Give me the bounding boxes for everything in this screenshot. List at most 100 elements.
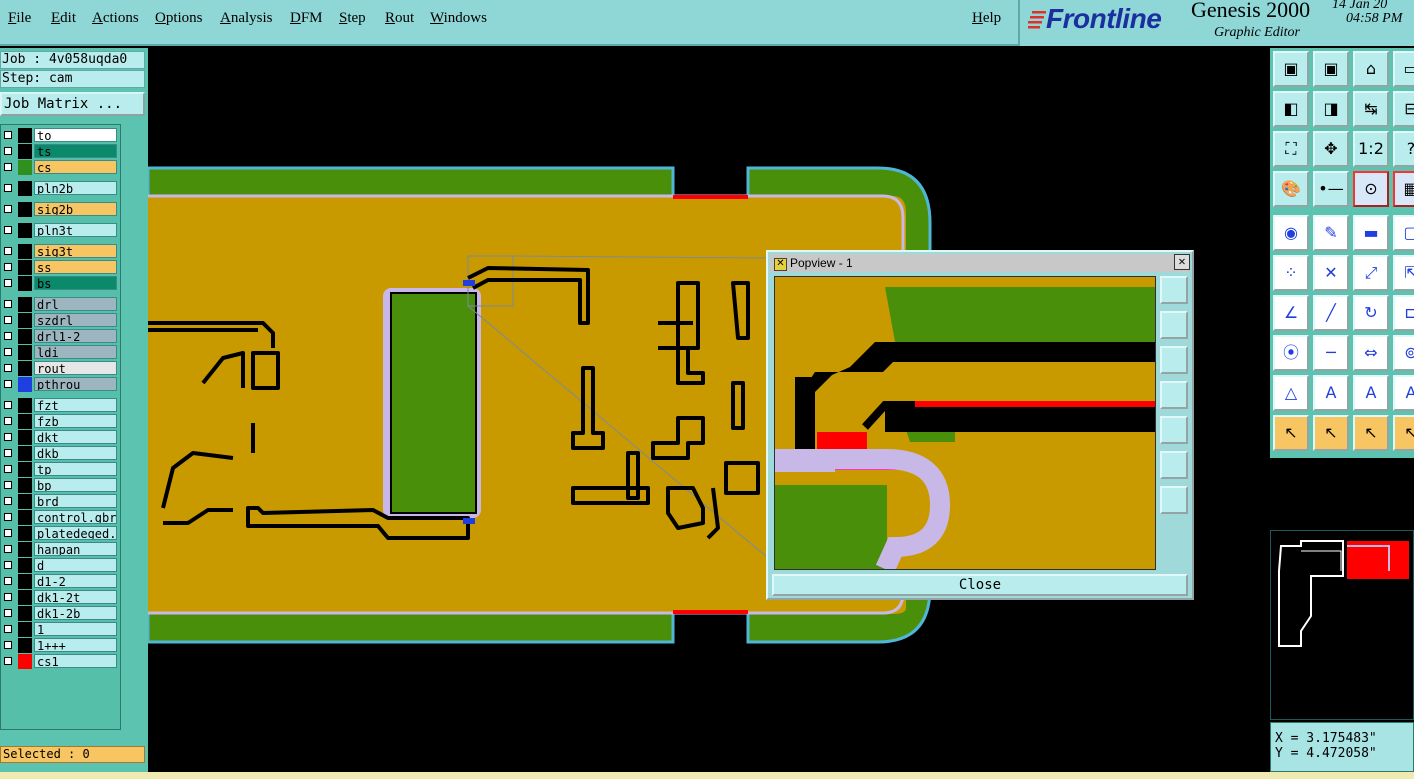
layout-button[interactable]: ▭ bbox=[1393, 51, 1414, 87]
layer-row[interactable]: drl bbox=[1, 297, 119, 312]
unknown-button[interactable]: ▢ bbox=[1393, 215, 1414, 251]
zoom-page-button[interactable]: ▣ bbox=[1313, 51, 1349, 87]
text-a-bold-button[interactable]: A bbox=[1353, 375, 1389, 411]
layer-color-swatch[interactable] bbox=[18, 144, 32, 159]
layer-name[interactable]: drl bbox=[34, 297, 117, 311]
layer-color-swatch[interactable] bbox=[18, 181, 32, 196]
minimap[interactable] bbox=[1270, 530, 1414, 720]
popview-close-button[interactable]: Close bbox=[772, 574, 1188, 596]
layer-color-swatch[interactable] bbox=[18, 446, 32, 461]
menu-step[interactable]: Step bbox=[339, 10, 366, 27]
probe-button[interactable]: •— bbox=[1313, 171, 1349, 207]
pan-right-button[interactable]: ◨ bbox=[1313, 91, 1349, 127]
layer-checkbox[interactable] bbox=[4, 226, 12, 234]
layer-row[interactable]: fzt bbox=[1, 398, 119, 413]
pointer-stair-button[interactable]: ↖ bbox=[1393, 415, 1414, 451]
menu-rout[interactable]: Rout bbox=[385, 10, 414, 27]
layer-name[interactable]: brd bbox=[34, 494, 117, 508]
layer-color-swatch[interactable] bbox=[18, 590, 32, 605]
layer-name[interactable]: hanpan bbox=[34, 542, 117, 556]
delete-node-button[interactable]: ✕ bbox=[1313, 255, 1349, 291]
layer-checkbox[interactable] bbox=[4, 147, 12, 155]
layer-color-swatch[interactable] bbox=[18, 542, 32, 557]
layer-color-swatch[interactable] bbox=[18, 638, 32, 653]
move-node-button[interactable]: ⇱ bbox=[1393, 255, 1414, 291]
layer-row[interactable]: szdrl bbox=[1, 313, 119, 328]
popview-pan-right-button[interactable] bbox=[1160, 416, 1188, 444]
layer-checkbox[interactable] bbox=[4, 380, 12, 388]
layer-row[interactable]: dkb bbox=[1, 446, 119, 461]
layer-checkbox[interactable] bbox=[4, 465, 12, 473]
layer-row[interactable]: tp bbox=[1, 462, 119, 477]
layer-color-swatch[interactable] bbox=[18, 202, 32, 217]
line-tool-button[interactable]: ∠ bbox=[1273, 295, 1309, 331]
pointer-orange-button[interactable]: ↖ bbox=[1313, 415, 1349, 451]
layer-color-swatch[interactable] bbox=[18, 128, 32, 143]
layer-color-swatch[interactable] bbox=[18, 361, 32, 376]
layer-name[interactable]: platedeged.g bbox=[34, 526, 117, 540]
layer-name[interactable]: fzt bbox=[34, 398, 117, 412]
layer-row[interactable]: ts bbox=[1, 144, 119, 159]
layer-color-swatch[interactable] bbox=[18, 160, 32, 175]
layer-checkbox[interactable] bbox=[4, 577, 12, 585]
layer-color-swatch[interactable] bbox=[18, 398, 32, 413]
measure-button[interactable]: ✎ bbox=[1313, 215, 1349, 251]
layer-row[interactable]: control.gbr bbox=[1, 510, 119, 525]
pointer-right-button[interactable]: ↖ bbox=[1353, 415, 1389, 451]
scale-1-2-button[interactable]: 1:2 bbox=[1353, 131, 1389, 167]
home-button[interactable]: ⌂ bbox=[1353, 51, 1389, 87]
popview-canvas[interactable] bbox=[774, 276, 1156, 574]
text-a-red-button[interactable]: A bbox=[1393, 375, 1414, 411]
layer-checkbox[interactable] bbox=[4, 163, 12, 171]
zoom-extent-button[interactable]: ⛶ bbox=[1273, 131, 1309, 167]
pan-left-button[interactable]: ◧ bbox=[1273, 91, 1309, 127]
layer-name[interactable]: dk1-2t bbox=[34, 590, 117, 604]
layer-row[interactable]: 1 bbox=[1, 622, 119, 637]
layer-name[interactable]: pln3t bbox=[34, 223, 117, 237]
layer-name[interactable]: ss bbox=[34, 260, 117, 274]
layer-checkbox[interactable] bbox=[4, 497, 12, 505]
add-node-button[interactable]: ⤢ bbox=[1353, 255, 1389, 291]
layer-checkbox[interactable] bbox=[4, 593, 12, 601]
layer-name[interactable]: pln2b bbox=[34, 181, 117, 195]
layer-checkbox[interactable] bbox=[4, 433, 12, 441]
layer-row[interactable]: dkt bbox=[1, 430, 119, 445]
layer-checkbox[interactable] bbox=[4, 332, 12, 340]
layer-name[interactable]: szdrl bbox=[34, 313, 117, 327]
layer-checkbox[interactable] bbox=[4, 625, 12, 633]
triangle-tool-button[interactable]: △ bbox=[1273, 375, 1309, 411]
layer-row[interactable]: pln2b bbox=[1, 181, 119, 196]
layer-color-swatch[interactable] bbox=[18, 622, 32, 637]
pointer-button[interactable]: ↖ bbox=[1273, 415, 1309, 451]
popview-titlebar[interactable]: ✕ Popview - 1 bbox=[770, 254, 1190, 272]
zoom-home-button[interactable]: ▣ bbox=[1273, 51, 1309, 87]
connect-nodes-button[interactable]: ⁘ bbox=[1273, 255, 1309, 291]
layer-name[interactable]: dkt bbox=[34, 430, 117, 444]
layer-color-swatch[interactable] bbox=[18, 494, 32, 509]
select-feature-button[interactable]: ◉ bbox=[1273, 215, 1309, 251]
layer-checkbox[interactable] bbox=[4, 401, 12, 409]
layer-row[interactable]: d bbox=[1, 558, 119, 573]
layer-row[interactable]: 1+++ bbox=[1, 638, 119, 653]
layer-checkbox[interactable] bbox=[4, 131, 12, 139]
layer-checkbox[interactable] bbox=[4, 417, 12, 425]
layer-name[interactable]: cs1 bbox=[34, 654, 117, 668]
popview-pan-down-button[interactable] bbox=[1160, 346, 1188, 374]
layer-name[interactable]: to bbox=[34, 128, 117, 142]
layer-color-swatch[interactable] bbox=[18, 276, 32, 291]
layer-row[interactable]: sig3t bbox=[1, 244, 119, 259]
layer-checkbox[interactable] bbox=[4, 545, 12, 553]
layer-color-swatch[interactable] bbox=[18, 430, 32, 445]
layer-color-swatch[interactable] bbox=[18, 345, 32, 360]
layer-row[interactable]: ldi bbox=[1, 345, 119, 360]
layer-row[interactable]: pthrou bbox=[1, 377, 119, 392]
pad-tool-button[interactable]: ⦿ bbox=[1273, 335, 1309, 371]
layer-color-swatch[interactable] bbox=[18, 329, 32, 344]
menu-dfm[interactable]: DFM bbox=[290, 10, 323, 27]
layer-color-swatch[interactable] bbox=[18, 558, 32, 573]
layer-color-swatch[interactable] bbox=[18, 377, 32, 392]
layer-row[interactable]: drl1-2 bbox=[1, 329, 119, 344]
layer-row[interactable]: sig2b bbox=[1, 202, 119, 217]
layer-name[interactable]: rout bbox=[34, 361, 117, 375]
popview-pan-left-button[interactable] bbox=[1160, 381, 1188, 409]
